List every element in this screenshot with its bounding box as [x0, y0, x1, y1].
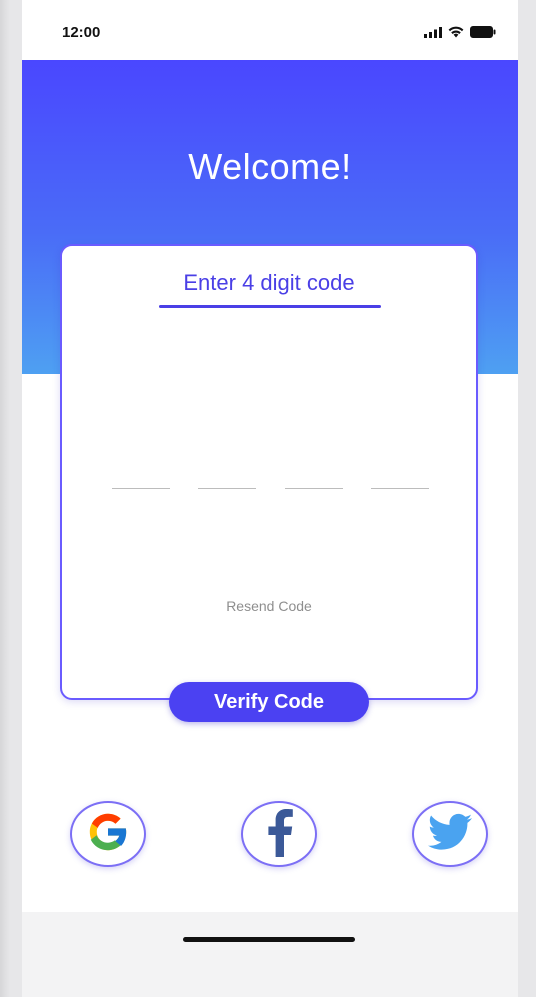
card-title-underline — [159, 305, 381, 308]
google-icon — [84, 808, 132, 861]
code-digit-1-input[interactable] — [112, 466, 170, 489]
background-edge — [0, 0, 10, 997]
card-title: Enter 4 digit code — [183, 270, 355, 295]
status-time: 12:00 — [62, 24, 101, 41]
code-digit-4-input[interactable] — [371, 466, 429, 489]
signal-icon — [424, 25, 442, 43]
status-icons — [424, 25, 496, 43]
verification-card: Enter 4 digit code Resend Code — [60, 244, 478, 700]
google-login-button[interactable] — [70, 801, 146, 867]
code-digit-3-input[interactable] — [285, 466, 343, 489]
screen: 12:00 Welcome! Enter 4 digit code Resend… — [0, 0, 536, 997]
verify-code-button[interactable]: Verify Code — [169, 682, 369, 722]
code-digit-2-input[interactable] — [198, 466, 256, 489]
wifi-icon — [448, 25, 464, 43]
facebook-login-button[interactable] — [241, 801, 317, 867]
twitter-login-button[interactable] — [412, 801, 488, 867]
battery-icon — [470, 25, 496, 43]
resend-code-link[interactable]: Resend Code — [62, 598, 476, 614]
page-title: Welcome! — [188, 146, 352, 187]
home-indicator-area — [22, 912, 518, 997]
status-bar: 12:00 — [22, 0, 518, 60]
home-indicator[interactable] — [183, 937, 355, 942]
facebook-icon — [262, 807, 296, 862]
phone-screen: 12:00 Welcome! Enter 4 digit code Resend… — [22, 0, 518, 997]
twitter-icon — [428, 813, 472, 856]
